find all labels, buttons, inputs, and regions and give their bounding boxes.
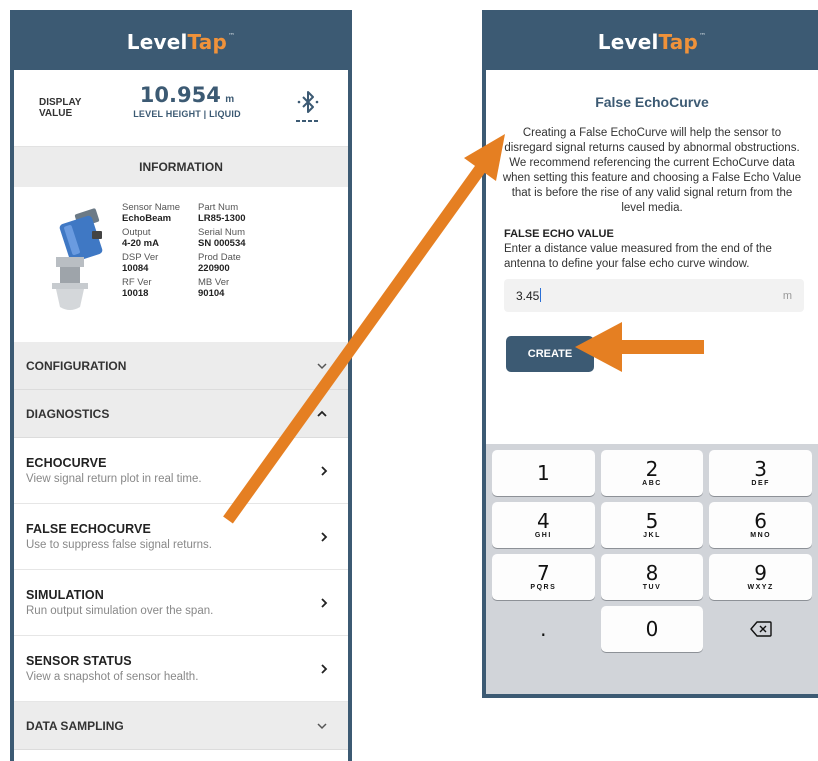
- key-6[interactable]: 6 MNO: [709, 502, 812, 548]
- key-backspace[interactable]: [709, 606, 812, 652]
- info-rf-ver: RF Ver 10018: [122, 277, 152, 299]
- numeric-keypad: 1 2 ABC 3 DEF 4 GHI 5 JKL 6 MNO 7 PQRS 8 TUV 9W…: [486, 444, 818, 694]
- configuration-section[interactable]: CONFIGURATION: [14, 342, 348, 390]
- info-sensor-name: Sensor Name EchoBeam: [122, 202, 181, 224]
- info-mb-ver: MB Ver 90104: [198, 277, 230, 299]
- chevron-down-icon: [317, 722, 327, 729]
- chevron-right-icon: [321, 597, 328, 608]
- info-dsp-ver: DSP Ver 10084: [122, 252, 159, 274]
- diagnostics-label: DIAGNOSTICS: [26, 406, 110, 421]
- right-phone-frame: LevelTap™ False EchoCurve Creating a Fal…: [482, 10, 818, 698]
- echocurve-item[interactable]: ECHOCURVE View signal return plot in real…: [14, 438, 348, 504]
- composite-screenshot: LevelTap™ DISPLAY VALUE 10.954 m LEVEL H…: [0, 0, 818, 761]
- key-1[interactable]: 1: [492, 450, 595, 496]
- info-part-num: Part Num LR85-1300: [198, 202, 246, 224]
- sensor-info-card: Sensor Name EchoBeam Part Num LR85-1300 Ou…: [14, 187, 348, 342]
- level-value: 10.954: [139, 83, 221, 107]
- false-echo-value-input[interactable]: 3.45 m: [504, 279, 804, 312]
- item-title: ECHOCURVE: [26, 456, 107, 470]
- text-cursor: [540, 288, 542, 303]
- key-3[interactable]: 3 DEF: [709, 450, 812, 496]
- sensor-image: [52, 208, 103, 310]
- chevron-up-icon: [317, 410, 327, 417]
- key-decimal[interactable]: .: [492, 606, 595, 652]
- chevron-right-icon: [321, 465, 328, 476]
- diagnostics-section[interactable]: DIAGNOSTICS: [14, 390, 348, 438]
- backspace-icon: [749, 621, 772, 637]
- keypad-grid: 1 2 ABC 3 DEF 4 GHI 5 JKL 6 MNO 7 PQRS 8 TUV 9W…: [492, 450, 812, 652]
- leveltap-logo: LevelTap™: [597, 29, 707, 54]
- chevron-right-icon: [321, 531, 328, 542]
- display-value-label: DISPLAY VALUE: [39, 97, 82, 119]
- info-output: Output 4-20 mA: [122, 227, 159, 249]
- key-4[interactable]: 4 GHI: [492, 502, 595, 548]
- simulation-item[interactable]: SIMULATION Run output simulation over the…: [14, 570, 348, 636]
- data-sampling-section[interactable]: DATA SAMPLING: [14, 702, 348, 750]
- bluetooth-icon[interactable]: [293, 90, 323, 126]
- false-echo-value-label: FALSE ECHO VALUE: [504, 228, 614, 240]
- input-value: 3.45: [516, 288, 540, 303]
- right-phone-screen: LevelTap™ False EchoCurve Creating a Fal…: [486, 13, 818, 694]
- display-value-row: DISPLAY VALUE 10.954 m LEVEL HEIGHT | LI…: [14, 70, 348, 147]
- level-unit: m: [225, 94, 235, 105]
- false-echo-value-help: Enter a distance value measured from the…: [504, 243, 772, 270]
- item-title: FALSE ECHOCURVE: [26, 522, 151, 536]
- configuration-label: CONFIGURATION: [26, 358, 127, 373]
- page-description: Creating a False EchoCurve will help the…: [502, 127, 802, 214]
- create-button[interactable]: CREATE: [506, 336, 594, 372]
- item-description: View a snapshot of sensor health.: [26, 671, 199, 683]
- key-2[interactable]: 2 ABC: [600, 450, 704, 496]
- item-description: View signal return plot in real time.: [26, 473, 202, 485]
- item-title: SENSOR STATUS: [26, 654, 132, 668]
- information-header: INFORMATION: [14, 147, 348, 187]
- app-header: LevelTap™: [14, 13, 348, 70]
- item-title: SIMULATION: [26, 588, 104, 602]
- level-subtitle: LEVEL HEIGHT | LIQUID: [133, 109, 241, 119]
- data-sampling-label: DATA SAMPLING: [26, 718, 124, 733]
- left-phone-frame: LevelTap™ DISPLAY VALUE 10.954 m LEVEL H…: [10, 10, 352, 761]
- key-8[interactable]: 8 TUV: [600, 554, 704, 600]
- leveltap-logo: LevelTap™: [126, 29, 236, 54]
- left-phone-screen: LevelTap™ DISPLAY VALUE 10.954 m LEVEL H…: [14, 13, 348, 761]
- sensor-info-grid: Sensor Name EchoBeam Part Num LR85-1300 Ou…: [122, 202, 282, 299]
- key-5[interactable]: 5 JKL: [600, 502, 704, 548]
- sensor-status-item[interactable]: SENSOR STATUS View a snapshot of sensor h…: [14, 636, 348, 702]
- item-description: Run output simulation over the span.: [26, 605, 214, 617]
- display-value: 10.954 m LEVEL HEIGHT | LIQUID: [117, 83, 257, 119]
- input-unit: m: [782, 289, 792, 302]
- item-description: Use to suppress false signal returns.: [26, 539, 213, 551]
- app-header: LevelTap™: [486, 13, 818, 70]
- info-prod-date: Prod Date 220900: [198, 252, 241, 274]
- page-title: False EchoCurve: [595, 94, 709, 110]
- key-7[interactable]: 7 PQRS: [492, 554, 595, 600]
- chevron-down-icon: [317, 362, 327, 369]
- false-echocurve-item[interactable]: FALSE ECHOCURVE Use to suppress false sig…: [14, 504, 348, 570]
- key-0[interactable]: 0: [600, 606, 704, 652]
- info-serial-num: Serial Num SN 000534: [198, 227, 246, 249]
- key-9[interactable]: 9 WXYZ: [709, 554, 812, 600]
- chevron-right-icon: [321, 663, 328, 674]
